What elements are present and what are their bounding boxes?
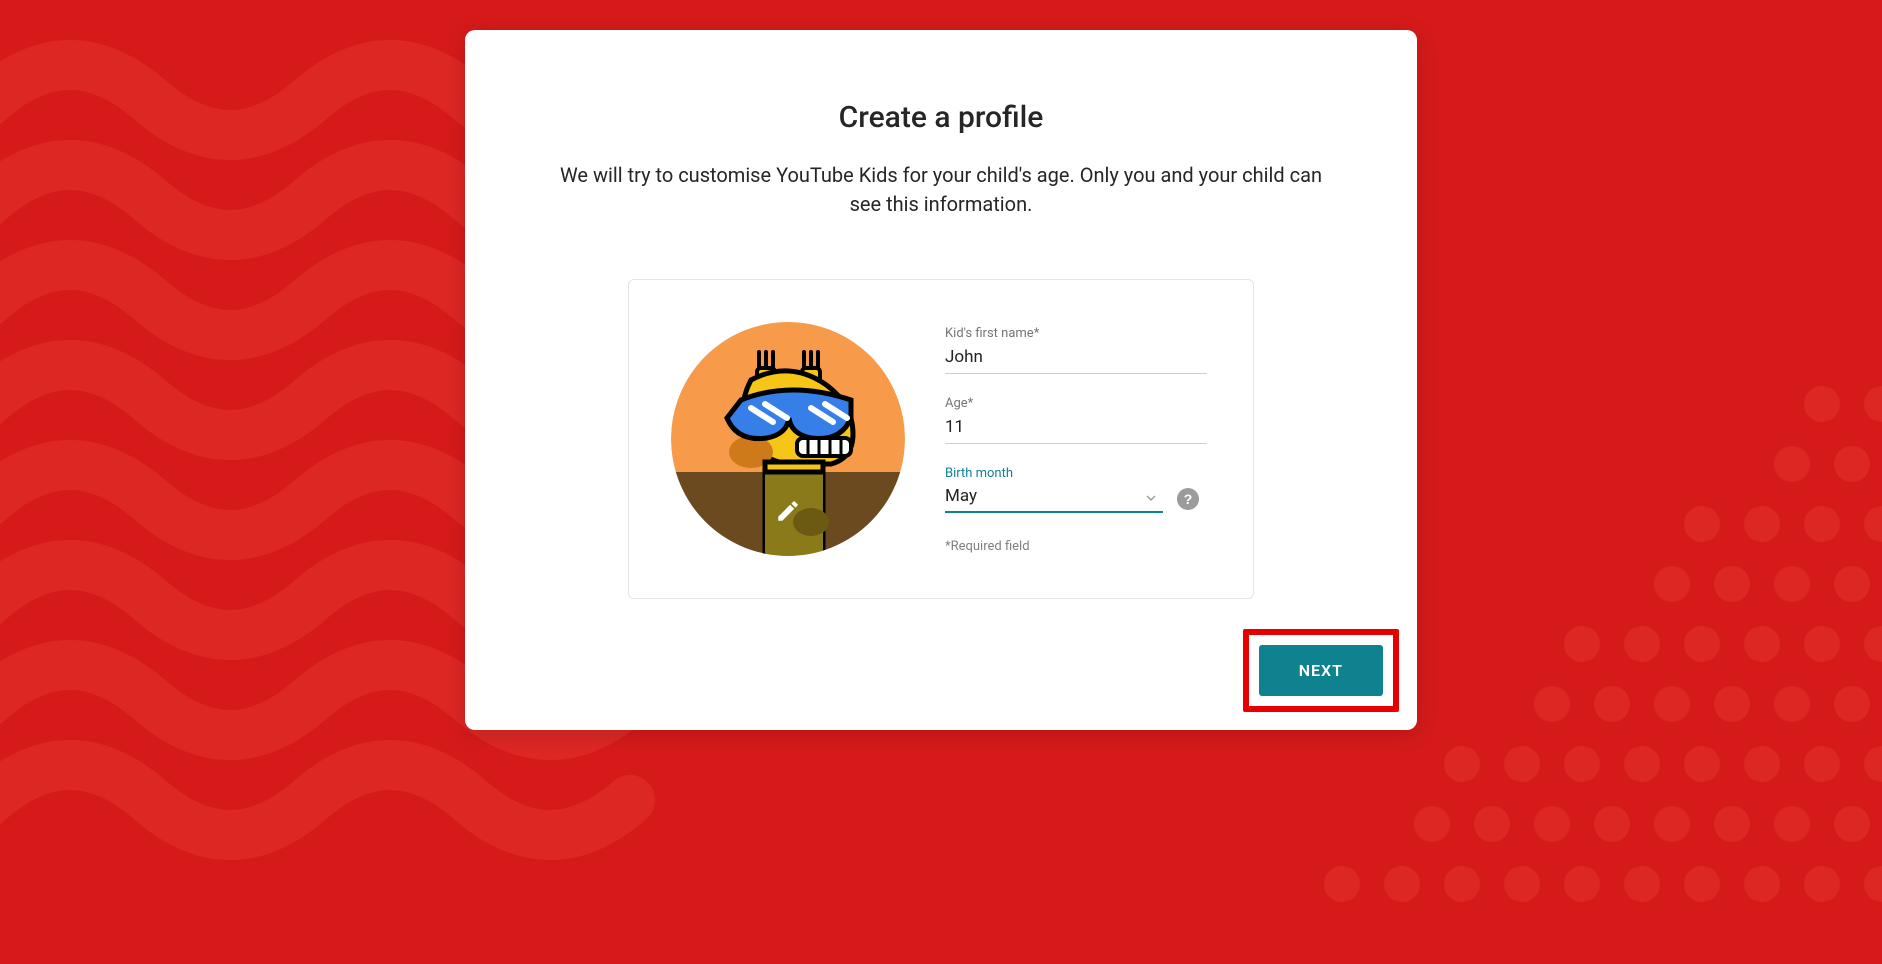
age-label: Age* <box>945 396 1207 411</box>
month-select[interactable] <box>945 484 1163 513</box>
name-input[interactable] <box>945 344 1207 374</box>
page-subtitle: We will try to customise YouTube Kids fo… <box>551 161 1331 219</box>
profile-form: Kid's first name* Age* Birth month ? <box>628 279 1254 599</box>
dialog-card: Create a profile We will try to customis… <box>465 30 1417 730</box>
help-button[interactable]: ? <box>1177 488 1199 510</box>
age-input[interactable] <box>945 414 1207 444</box>
next-highlight: NEXT <box>1243 629 1399 712</box>
name-label: Kid's first name* <box>945 326 1207 341</box>
avatar-picker[interactable] <box>671 322 905 556</box>
required-note: *Required field <box>945 539 1207 554</box>
page-title: Create a profile <box>525 100 1357 135</box>
month-label: Birth month <box>945 466 1207 481</box>
next-button[interactable]: NEXT <box>1259 645 1383 696</box>
giraffe-avatar-icon <box>671 322 905 556</box>
